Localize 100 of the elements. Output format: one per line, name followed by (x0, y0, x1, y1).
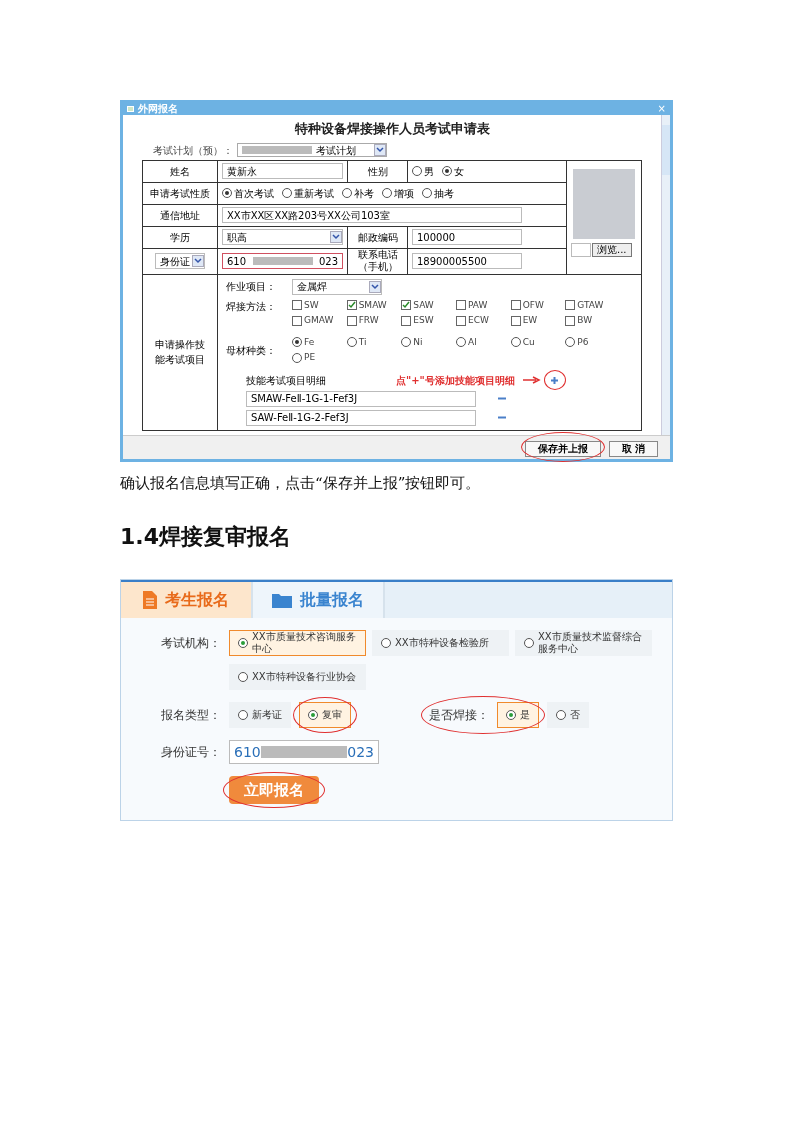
option-tile[interactable]: 是 (497, 702, 539, 728)
radio-label: 男 (424, 164, 434, 179)
option-tile[interactable]: 否 (547, 702, 589, 728)
name-label: 姓名 (142, 160, 218, 182)
id-number-field[interactable]: 610 023 (222, 253, 343, 269)
radio-selected[interactable] (222, 188, 232, 198)
tab[interactable]: 批量报名 (253, 582, 385, 618)
checkbox-label: SW (304, 298, 319, 312)
checkbox-unchecked[interactable] (456, 315, 466, 326)
checkbox-unchecked[interactable] (292, 300, 302, 311)
radio-label: Fe (304, 335, 315, 349)
name-field[interactable]: 黄新永 (222, 163, 343, 179)
checkbox-label: GMAW (304, 314, 334, 327)
radio-unselected[interactable] (282, 188, 292, 198)
plus-icon (550, 375, 560, 385)
checkbox-checked[interactable] (346, 300, 357, 311)
detail-field[interactable]: SMAW-FeⅡ-1G-1-Fef3J (246, 390, 476, 407)
document-icon (143, 591, 157, 609)
radio-unselected[interactable] (565, 337, 576, 348)
checkbox-label: ECW (468, 314, 489, 327)
checkbox-label: OFW (522, 298, 544, 312)
arrow-icon (522, 376, 541, 384)
radio-label: Ni (413, 335, 423, 349)
radio-label: 抽考 (434, 186, 454, 201)
option-tile[interactable]: XX市特种设备检验所 (372, 630, 509, 656)
postcode-field[interactable]: 100000 (412, 229, 522, 245)
radio-selected[interactable] (442, 166, 452, 176)
radio-unselected[interactable] (346, 337, 357, 348)
section-heading: 1.4焊接复审报名 (120, 523, 292, 551)
id-type-dropdown[interactable]: 身份证 (155, 253, 205, 269)
file-field[interactable] (571, 242, 591, 257)
work-item-dropdown[interactable]: 金属焊 (292, 278, 382, 295)
checkbox-unchecked[interactable] (292, 315, 302, 326)
phone-label: 联系电话（手机） (347, 248, 408, 274)
radio-unselected[interactable] (381, 638, 391, 648)
caption: 确认报名信息填写正确，点击“保存并上报”按钮即可。 (120, 472, 482, 494)
radio-unselected[interactable] (401, 337, 412, 348)
checkbox-unchecked[interactable] (456, 300, 466, 311)
radio-unselected[interactable] (342, 188, 352, 198)
detail-label: 技能考试项目明细 (246, 373, 327, 388)
org-label: 考试机构： (160, 635, 221, 652)
window-icon (127, 106, 134, 112)
radio-unselected[interactable] (382, 188, 392, 198)
radio-unselected[interactable] (524, 638, 534, 648)
id-number-field[interactable]: 610 023 (229, 740, 379, 764)
radio-unselected[interactable] (456, 337, 466, 348)
checkbox-unchecked[interactable] (510, 315, 521, 326)
checkbox-label: BW (577, 314, 593, 327)
gender-label: 性别 (347, 160, 408, 182)
folder-icon (272, 592, 292, 608)
radio-unselected[interactable] (292, 352, 302, 363)
option-tile[interactable]: XX市特种设备行业协会 (229, 664, 366, 690)
option-tile[interactable]: XX市质量技术监督综合服务中心 (515, 630, 652, 656)
browse-button[interactable]: 浏览... (592, 242, 632, 257)
dialog-button[interactable]: 保存并上报 (524, 441, 601, 457)
dropdown-caret-icon (369, 280, 381, 293)
checkbox-unchecked[interactable] (565, 315, 576, 326)
checkbox-checked[interactable] (401, 300, 412, 311)
checkbox-unchecked[interactable] (346, 315, 357, 326)
scrollbar[interactable] (661, 115, 670, 435)
minus-icon (498, 416, 506, 419)
material-label: 母材种类： (226, 343, 277, 358)
checkbox-unchecked[interactable] (565, 300, 576, 311)
dialog-button[interactable]: 取 消 (608, 441, 658, 457)
weld-label: 是否焊接： (429, 707, 489, 724)
option-tile[interactable]: XX市质量技术咨询服务中心 (229, 630, 366, 656)
radio-selected[interactable] (308, 710, 318, 720)
education-dropdown[interactable]: 职高 (222, 229, 343, 245)
radio-label: 重新考试 (294, 186, 334, 201)
add-button[interactable] (548, 374, 561, 386)
window-title: 外网报名 (138, 104, 178, 114)
radio-unselected[interactable] (510, 337, 521, 348)
radio-unselected[interactable] (422, 188, 432, 198)
checkbox-unchecked[interactable] (510, 300, 521, 311)
phone-field[interactable]: 18900005500 (412, 253, 522, 269)
radio-unselected[interactable] (238, 710, 248, 720)
radio-unselected[interactable] (556, 710, 566, 720)
option-tile[interactable]: 新考证 (229, 702, 291, 728)
radio-label: 女 (454, 164, 464, 179)
redaction-bar (242, 146, 312, 154)
radio-selected[interactable] (506, 710, 516, 720)
checkbox-label: SMAW (358, 298, 387, 312)
radio-selected[interactable] (238, 638, 248, 648)
address-field[interactable]: XX市XX区XX路203号XX公司103室 (222, 207, 522, 223)
dropdown-caret-icon (192, 255, 204, 267)
address-label: 通信地址 (142, 204, 218, 226)
radio-label: Al (468, 335, 477, 349)
checkbox-label: FRW (358, 314, 379, 327)
postcode-label: 邮政编码 (347, 226, 408, 248)
work-item-label: 作业项目： (226, 280, 277, 294)
radio-unselected[interactable] (238, 672, 248, 682)
plan-dropdown[interactable]: 考试计划 (237, 143, 387, 157)
dropdown-caret-icon (374, 144, 386, 156)
option-tile[interactable]: 复审 (299, 702, 351, 728)
id-label: 身份证号： (160, 744, 221, 761)
radio-selected[interactable] (292, 337, 302, 348)
radio-unselected[interactable] (412, 166, 422, 176)
checkbox-unchecked[interactable] (401, 315, 412, 326)
dropdown-caret-icon (330, 231, 342, 243)
detail-field[interactable]: SAW-FeⅡ-1G-2-Fef3J (246, 409, 476, 426)
